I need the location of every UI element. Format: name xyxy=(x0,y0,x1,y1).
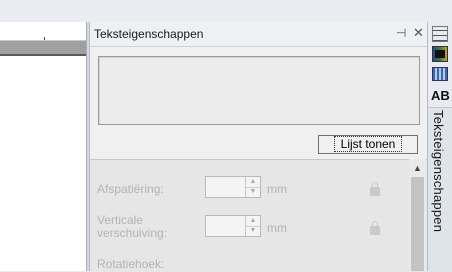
document-canvas[interactable] xyxy=(0,56,86,271)
vertical-offset-label: Verticale verschuiving: xyxy=(97,213,168,240)
spacing-stepper-buttons: ▲ ▼ xyxy=(245,177,260,197)
list-box[interactable] xyxy=(98,56,420,125)
right-toolbar: AB Teksteigenschappen xyxy=(427,22,452,272)
text-properties-panel: Teksteigenschappen ⊣ ✕ Lijst tonen Afspa… xyxy=(89,22,428,272)
panel-title: Teksteigenschappen xyxy=(94,27,204,41)
pin-icon[interactable]: ⊣ xyxy=(396,26,406,40)
vertical-offset-unit: mm xyxy=(267,221,287,235)
panel-lower: Afspatiëring: ▲ ▼ mm Verticale verschuiv… xyxy=(90,159,428,272)
spacing-stepper[interactable]: ▲ ▼ xyxy=(205,176,261,198)
tab-text-properties-label: Teksteigenschappen xyxy=(431,110,446,233)
scroll-up-arrow-icon[interactable]: ▲ xyxy=(413,163,422,173)
panel-titlebar: Teksteigenschappen ⊣ ✕ xyxy=(90,22,428,47)
vertical-offset-lock-icon[interactable] xyxy=(370,221,380,235)
spacing-label: Afspatiëring: xyxy=(97,182,164,196)
tab-text-properties[interactable]: Teksteigenschappen xyxy=(428,107,452,272)
vertical-offset-down-arrow-icon[interactable]: ▼ xyxy=(246,226,260,236)
grid-icon[interactable] xyxy=(432,26,448,42)
pattern-icon[interactable] xyxy=(432,67,448,81)
colorbar-icon[interactable] xyxy=(432,46,448,62)
vertical-scrollbar[interactable]: ▲ xyxy=(409,159,426,271)
scrollbar-thumb[interactable] xyxy=(411,177,424,271)
document-bar xyxy=(0,41,86,56)
text-icon[interactable]: AB xyxy=(431,88,450,103)
rotation-label: Rotatiehoek: xyxy=(97,257,165,271)
show-list-button-label: Lijst tonen xyxy=(333,136,403,152)
vertical-offset-stepper-buttons: ▲ ▼ xyxy=(245,216,260,236)
close-icon[interactable]: ✕ xyxy=(413,25,424,41)
spacing-unit: mm xyxy=(267,182,287,196)
ruler-tick xyxy=(44,37,45,40)
vertical-offset-stepper[interactable]: ▲ ▼ xyxy=(205,215,261,237)
spacing-down-arrow-icon[interactable]: ▼ xyxy=(246,187,260,197)
ruler xyxy=(0,22,86,41)
top-strip xyxy=(0,0,452,22)
show-list-button[interactable]: Lijst tonen xyxy=(318,135,418,154)
spacing-lock-icon[interactable] xyxy=(370,182,380,196)
